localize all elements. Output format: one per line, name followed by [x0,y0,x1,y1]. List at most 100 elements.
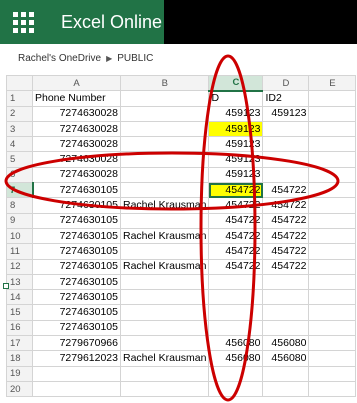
column-header-e[interactable]: E [308,74,357,92]
cell-e16[interactable] [308,319,357,337]
row-header[interactable]: 12 [6,258,33,275]
cell-d10[interactable]: 454722 [262,227,310,245]
cell-d18[interactable]: 456080 [262,350,310,367]
cell-d6[interactable] [262,166,310,184]
app-title[interactable]: Excel Online [61,11,162,33]
cell-d16[interactable] [262,319,310,337]
cell-c15[interactable] [208,304,264,321]
cell-c3[interactable]: 459123 [208,120,264,138]
cell-a9[interactable]: 7274630105 [32,212,121,229]
cell-a19[interactable] [32,365,121,382]
cell-c11[interactable]: 454722 [208,243,264,260]
column-header-a[interactable]: A [32,74,121,92]
cell-d20[interactable] [262,380,310,398]
cell-c9[interactable]: 454722 [208,212,264,229]
cell-d3[interactable] [262,120,310,138]
cell-e2[interactable] [308,105,357,122]
cell-c14[interactable] [208,289,264,306]
cell-b17[interactable] [119,335,210,352]
resize-handle[interactable] [3,283,9,289]
row-header[interactable]: 1 [6,90,33,107]
row-header[interactable]: 19 [6,365,33,382]
cell-e11[interactable] [308,243,357,260]
row-header[interactable]: 17 [6,335,33,352]
cell-c13[interactable] [208,273,264,291]
cell-a18[interactable]: 7279612023 [32,350,121,367]
cell-c2[interactable]: 459123 [208,105,264,122]
cell-d14[interactable] [262,289,310,306]
cell-e18[interactable] [308,350,357,367]
cell-a1[interactable]: Phone Number [32,90,121,107]
cell-e13[interactable] [308,273,357,291]
row-header[interactable]: 20 [6,380,33,398]
cell-e9[interactable] [308,212,357,229]
cell-d5[interactable] [262,151,310,168]
cell-a16[interactable]: 7274630105 [32,319,121,337]
cell-e6[interactable] [308,166,357,184]
cell-d4[interactable] [262,136,310,153]
cell-b11[interactable] [119,243,210,260]
cell-e20[interactable] [308,380,357,398]
cell-c16[interactable] [208,319,264,337]
cell-e3[interactable] [308,120,357,138]
cell-c8[interactable]: 454722 [208,197,264,214]
cell-a10[interactable]: 7274630105 [32,227,121,245]
row-header[interactable]: 6 [6,166,33,184]
app-launcher-waffle-icon[interactable] [6,5,40,39]
cell-b8[interactable]: Rachel Krausman [119,197,210,214]
cell-e10[interactable] [308,227,357,245]
cell-b10[interactable]: Rachel Krausman [119,227,210,245]
row-header[interactable]: 13 [6,273,33,291]
cell-e1[interactable] [308,90,357,107]
cell-c7[interactable]: 454722 [208,182,264,199]
cell-c12[interactable]: 454722 [208,258,264,275]
select-all-corner[interactable] [6,74,33,92]
row-header[interactable]: 10 [6,227,33,245]
row-header[interactable]: 4 [6,136,33,153]
cell-e15[interactable] [308,304,357,321]
row-header[interactable]: 3 [6,120,33,138]
cell-b20[interactable] [119,380,210,398]
row-header[interactable]: 5 [6,151,33,168]
cell-a3[interactable]: 7274630028 [32,120,121,138]
cell-b5[interactable] [119,151,210,168]
row-header[interactable]: 11 [6,243,33,260]
cell-a7[interactable]: 7274630105 [32,182,121,199]
cell-e7[interactable] [308,182,357,199]
cell-a2[interactable]: 7274630028 [32,105,121,122]
cell-a15[interactable]: 7274630105 [32,304,121,321]
cell-c17[interactable]: 456080 [208,335,264,352]
cell-d9[interactable]: 454722 [262,212,310,229]
cell-b13[interactable] [119,273,210,291]
cell-e5[interactable] [308,151,357,168]
cell-d12[interactable]: 454722 [262,258,310,275]
cell-a13[interactable]: 7274630105 [32,273,121,291]
cell-b4[interactable] [119,136,210,153]
cell-d7[interactable]: 454722 [262,182,310,199]
breadcrumb-owner-link[interactable]: Rachel's OneDrive [18,53,101,64]
row-header[interactable]: 18 [6,350,33,367]
cell-d17[interactable]: 456080 [262,335,310,352]
cell-b15[interactable] [119,304,210,321]
cell-a20[interactable] [32,380,121,398]
cell-c19[interactable] [208,365,264,382]
cell-e8[interactable] [308,197,357,214]
cell-a5[interactable]: 7274630028 [32,151,121,168]
cell-b16[interactable] [119,319,210,337]
cell-d8[interactable]: 454722 [262,197,310,214]
row-header[interactable]: 7 [6,182,34,199]
cell-c20[interactable] [208,380,264,398]
row-header[interactable]: 14 [6,289,33,306]
cell-c4[interactable]: 459123 [208,136,264,153]
cell-b18[interactable]: Rachel Krausman [119,350,210,367]
cell-e12[interactable] [308,258,357,275]
cell-a17[interactable]: 7279670966 [32,335,121,352]
cell-c6[interactable]: 459123 [208,166,264,184]
cell-e14[interactable] [308,289,357,306]
cell-b2[interactable] [119,105,210,122]
row-header[interactable]: 9 [6,212,33,229]
cell-a11[interactable]: 7274630105 [32,243,121,260]
cell-c5[interactable]: 459123 [208,151,264,168]
cell-b7[interactable] [119,182,210,199]
row-header[interactable]: 16 [6,319,33,337]
